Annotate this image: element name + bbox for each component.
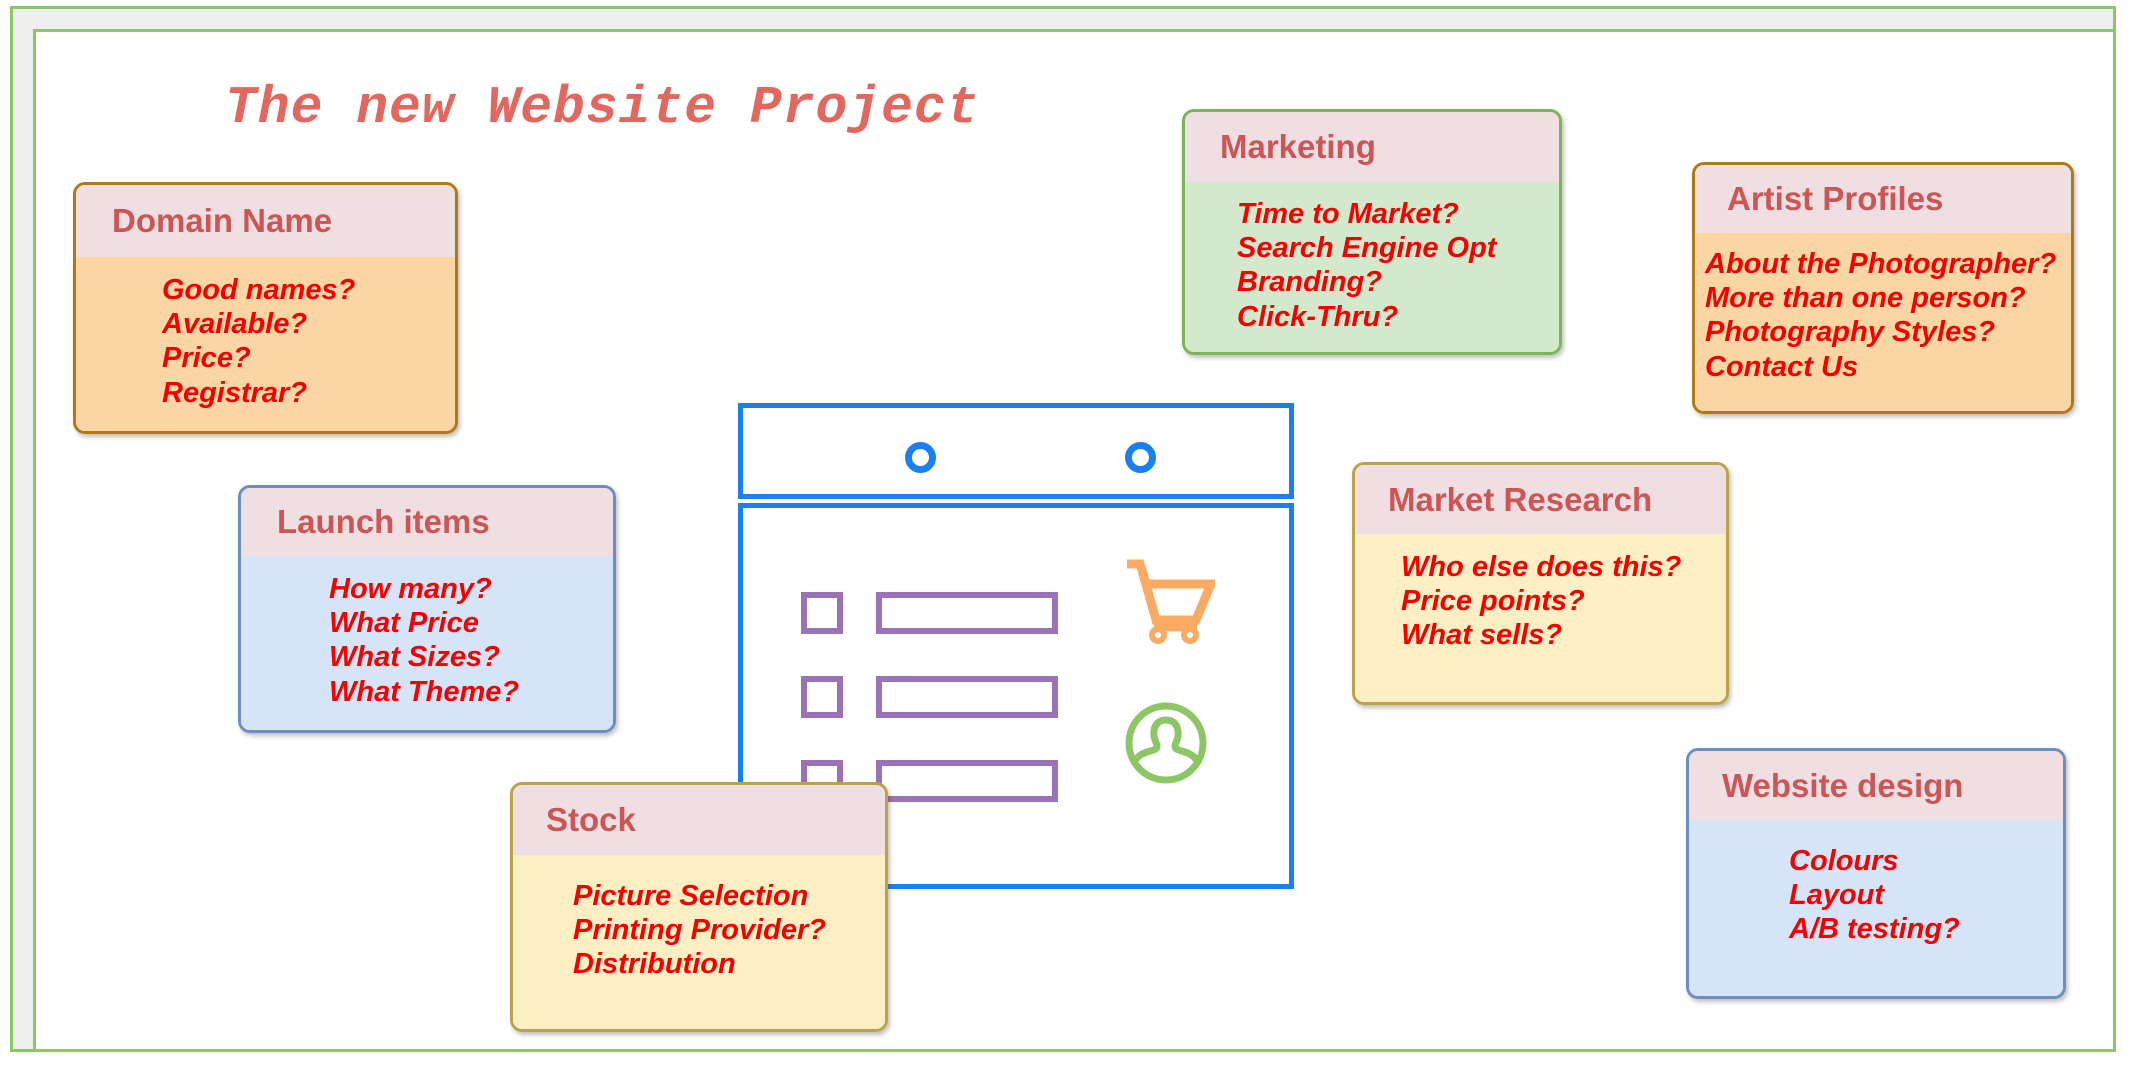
user-account-icon[interactable] <box>1123 700 1209 786</box>
checkbox-icon[interactable] <box>801 592 843 634</box>
text-field-placeholder[interactable] <box>876 676 1058 718</box>
card-line: Click-Thru? <box>1237 300 1399 333</box>
card-line: Search Engine Opt <box>1237 232 1497 265</box>
card-website-design[interactable]: Website design Colours Layout A/B testin… <box>1686 748 2066 999</box>
card-line: Distribution <box>573 948 736 981</box>
card-line: What Theme? <box>329 675 520 708</box>
card-body-launch-items: How many? What Price What Sizes? What Th… <box>241 556 613 730</box>
card-title-website-design: Website design <box>1689 751 2063 820</box>
card-line: What sells? <box>1401 619 1563 652</box>
card-line: Price? <box>162 342 251 375</box>
text-field-placeholder[interactable] <box>876 760 1058 802</box>
card-body-marketing: Time to Market? Search Engine Opt Brandi… <box>1185 182 1559 352</box>
mockup-form-row[interactable] <box>801 592 1058 634</box>
card-market-research[interactable]: Market Research Who else does this? Pric… <box>1352 462 1729 705</box>
titlebar-circle-icon[interactable] <box>1125 442 1156 473</box>
frame-corner-miter <box>11 7 37 33</box>
card-line: Time to Market? <box>1237 198 1459 230</box>
card-line: Registrar? <box>162 376 308 409</box>
card-body-domain-name: Good names? Available? Price? Registrar? <box>76 257 455 431</box>
card-line: What Sizes? <box>329 641 500 674</box>
card-body-artist-profiles: About the Photographer? More than one pe… <box>1695 233 2071 411</box>
page-title: The new Website Project <box>225 78 980 138</box>
card-domain-name[interactable]: Domain Name Good names? Available? Price… <box>73 182 458 434</box>
card-line: Price points? <box>1401 585 1585 618</box>
card-line: How many? <box>329 573 492 605</box>
shopping-cart-icon[interactable] <box>1123 558 1215 644</box>
card-body-website-design: Colours Layout A/B testing? <box>1689 820 2063 996</box>
card-line: Layout <box>1789 879 1885 912</box>
card-line: Picture Selection <box>573 880 809 912</box>
card-line: Good names? <box>162 274 356 306</box>
card-title-stock: Stock <box>513 785 885 855</box>
card-title-launch-items: Launch items <box>241 488 613 556</box>
card-line: About the Photographer? <box>1705 248 2057 280</box>
card-line: Printing Provider? <box>573 914 826 947</box>
card-launch-items[interactable]: Launch items How many? What Price What S… <box>238 485 616 733</box>
card-line: What Price <box>329 607 479 640</box>
card-title-market-research: Market Research <box>1355 465 1726 534</box>
card-line: Contact Us <box>1705 350 1859 383</box>
card-artist-profiles[interactable]: Artist Profiles About the Photographer? … <box>1692 162 2074 414</box>
card-line: Branding? <box>1237 266 1382 299</box>
card-line: Photography Styles? <box>1705 316 1996 349</box>
mockup-form-row[interactable] <box>801 676 1058 718</box>
text-field-placeholder[interactable] <box>876 592 1058 634</box>
card-stock[interactable]: Stock Picture Selection Printing Provide… <box>510 782 888 1032</box>
card-body-stock: Picture Selection Printing Provider? Dis… <box>513 855 885 1029</box>
card-title-marketing: Marketing <box>1185 112 1559 182</box>
card-line: More than one person? <box>1705 282 2026 315</box>
card-marketing[interactable]: Marketing Time to Market? Search Engine … <box>1182 109 1562 355</box>
card-body-market-research: Who else does this? Price points? What s… <box>1355 534 1726 702</box>
card-title-artist-profiles: Artist Profiles <box>1695 165 2071 233</box>
checkbox-icon[interactable] <box>801 676 843 718</box>
card-line: Who else does this? <box>1401 551 1682 583</box>
mockup-titlebar <box>738 403 1294 499</box>
card-line: Available? <box>162 308 308 341</box>
card-line: A/B testing? <box>1789 913 1960 946</box>
card-line: Colours <box>1789 845 1899 877</box>
card-title-domain-name: Domain Name <box>76 185 455 257</box>
titlebar-circle-icon[interactable] <box>905 442 936 473</box>
